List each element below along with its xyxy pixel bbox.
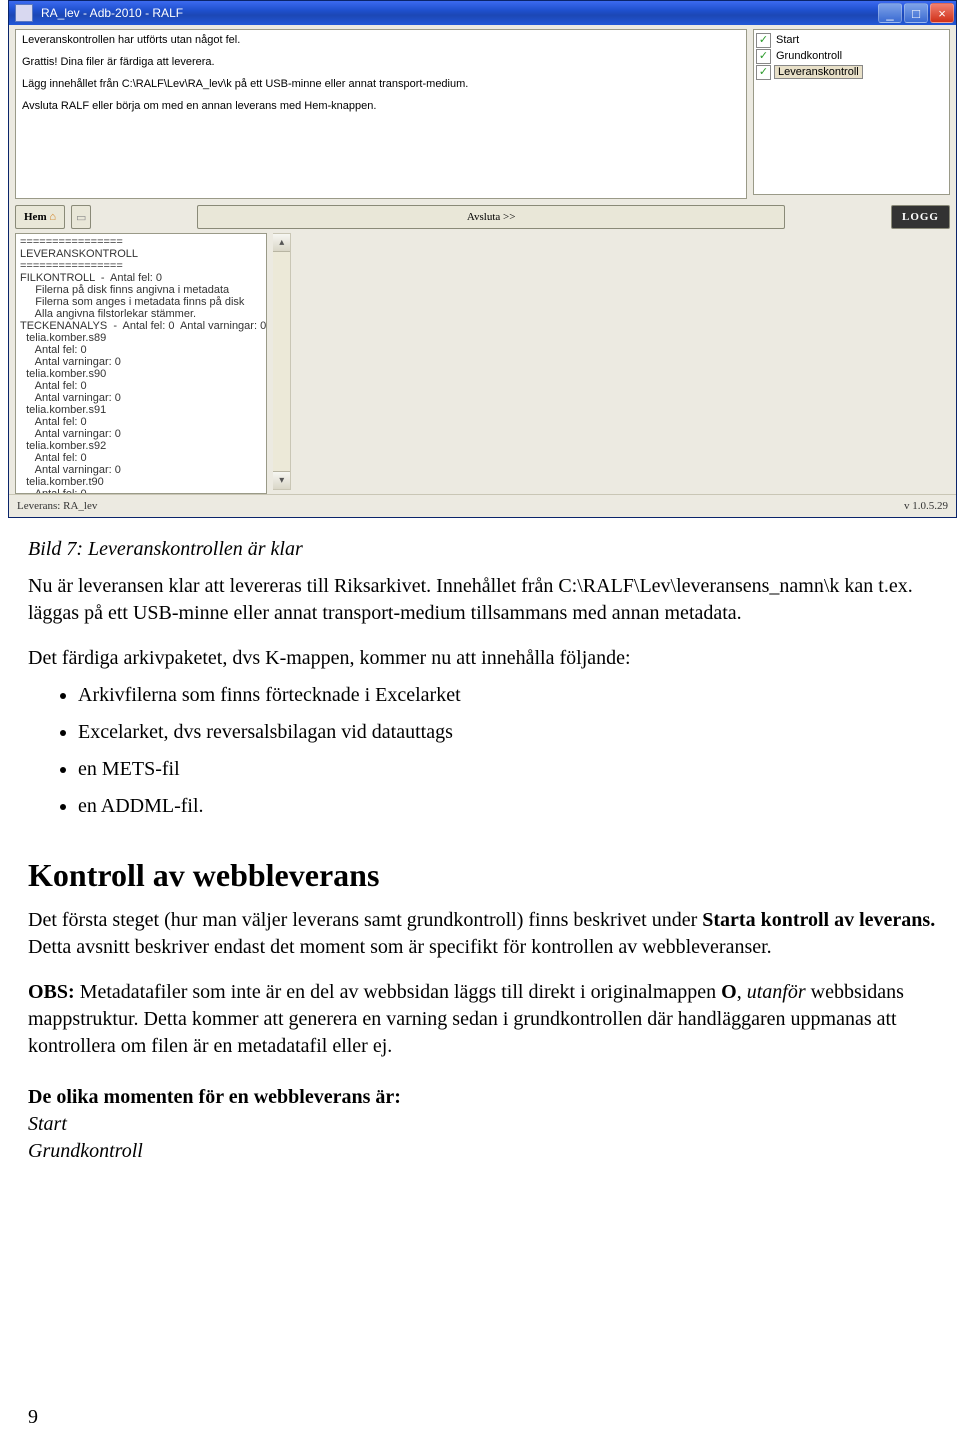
message-line: Avsluta RALF eller börja om med en annan…: [22, 100, 740, 112]
check-icon: [756, 65, 771, 80]
text-bold: Starta kontroll av leverans.: [702, 909, 935, 931]
titlebar: RA_lev - Adb-2010 - RALF _ □ ×: [9, 1, 956, 25]
message-line: Lägg innehållet från C:\RALF\Lev\RA_lev\…: [22, 78, 740, 90]
page-icon: ▭: [76, 211, 86, 224]
moment-item: Start: [28, 1111, 952, 1138]
maximize-button[interactable]: □: [904, 3, 928, 23]
heading-kontroll: Kontroll av webbleverans: [28, 854, 952, 897]
paragraph: Nu är leveransen klar att levereras till…: [28, 573, 952, 627]
tree-label: Grundkontroll: [774, 50, 844, 62]
document-body: Bild 7: Leveranskontrollen är klar Nu är…: [0, 518, 960, 1165]
status-right: v 1.0.5.29: [904, 500, 948, 512]
list-item: Excelarket, dvs reversalsbilagan vid dat…: [78, 719, 952, 746]
minimize-button[interactable]: _: [878, 3, 902, 23]
status-left: Leverans: RA_lev: [17, 500, 97, 512]
check-icon: [756, 49, 771, 64]
logg-label: LOGG: [902, 211, 939, 223]
figure-caption: Bild 7: Leveranskontrollen är klar: [28, 536, 952, 563]
avsluta-label: Avsluta >>: [467, 211, 516, 223]
list-item: en METS-fil: [78, 756, 952, 783]
paragraph: Det färdiga arkivpaketet, dvs K-mappen, …: [28, 645, 952, 672]
tree-item-leveranskontroll[interactable]: Leveranskontroll: [754, 64, 949, 80]
message-line: Leveranskontrollen har utförts utan någo…: [22, 34, 740, 46]
home-button[interactable]: Hem ⌂: [15, 205, 65, 229]
check-icon: [756, 33, 771, 48]
scrollbar[interactable]: ▴ ▾: [273, 233, 291, 490]
tree-item-start[interactable]: Start: [754, 32, 949, 48]
window-title: RA_lev - Adb-2010 - RALF: [41, 6, 878, 20]
list-item: Arkivfilerna som finns förtecknade i Exc…: [78, 682, 952, 709]
text-bold: OBS:: [28, 981, 75, 1003]
logg-button[interactable]: LOGG: [891, 205, 950, 229]
toolbar: Hem ⌂ ▭ Avsluta >> LOGG: [9, 205, 956, 233]
text: Detta avsnitt beskriver endast det momen…: [28, 936, 772, 958]
bullet-list: Arkivfilerna som finns förtecknade i Exc…: [28, 682, 952, 820]
scroll-down-icon[interactable]: ▾: [273, 471, 290, 489]
text: Metadatafiler som inte är en del av webb…: [75, 981, 721, 1003]
scroll-up-icon[interactable]: ▴: [273, 234, 290, 252]
step-tree: Start Grundkontroll Leveranskontroll: [753, 29, 950, 195]
tool-button[interactable]: ▭: [71, 205, 91, 229]
subheading: De olika momenten för en webbleverans är…: [28, 1084, 952, 1111]
paragraph: Det första steget (hur man väljer levera…: [28, 907, 952, 961]
message-line: Grattis! Dina filer är färdiga att lever…: [22, 56, 740, 68]
app-icon: [15, 4, 33, 22]
tree-label: Start: [774, 34, 801, 46]
paragraph: OBS: Metadatafiler som inte är en del av…: [28, 979, 952, 1060]
log-panel: ================ LEVERANSKONTROLL ======…: [15, 233, 267, 494]
client-area: Leveranskontrollen har utförts utan någo…: [9, 25, 956, 517]
avsluta-button[interactable]: Avsluta >>: [197, 205, 785, 229]
page-number: 9: [28, 1406, 38, 1429]
list-item: en ADDML-fil.: [78, 793, 952, 820]
statusbar: Leverans: RA_lev v 1.0.5.29: [9, 494, 956, 517]
home-label: Hem: [24, 211, 47, 223]
text-bold: O: [721, 981, 737, 1003]
text-italic: utanför: [747, 981, 806, 1003]
app-window: RA_lev - Adb-2010 - RALF _ □ × Leveransk…: [8, 0, 957, 518]
moment-item: Grundkontroll: [28, 1138, 952, 1165]
text: Det första steget (hur man väljer levera…: [28, 909, 702, 931]
tree-item-grundkontroll[interactable]: Grundkontroll: [754, 48, 949, 64]
home-icon: ⌂: [49, 211, 56, 223]
close-button[interactable]: ×: [930, 3, 954, 23]
tree-label: Leveranskontroll: [774, 65, 863, 79]
text: ,: [737, 981, 747, 1003]
message-panel: Leveranskontrollen har utförts utan någo…: [15, 29, 747, 199]
